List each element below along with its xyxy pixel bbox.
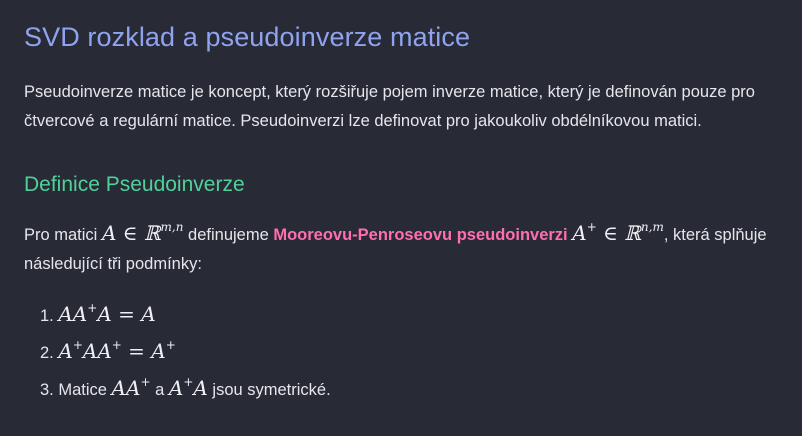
- page-title: SVD rozklad a pseudoinverze matice: [24, 22, 471, 52]
- section-heading: Definice Pseudoinverze: [24, 173, 245, 196]
- math-condition-1: AA+A = A: [58, 301, 156, 326]
- definition-mid: definujeme: [183, 226, 274, 244]
- definition-prefix: Pro matici: [24, 226, 102, 244]
- definition-paragraph: Pro matici A ∈ ℝm,n definujeme Mooreovu-…: [24, 219, 784, 279]
- pseudoinverse-term: Mooreovu-Penroseovu pseudoinverzi: [273, 226, 568, 244]
- math-condition-2: A+AA+ = A+: [58, 338, 176, 363]
- math-A-in-Rmn: A ∈ ℝm,n: [101, 220, 184, 245]
- conditions-list: 1. AA+A = A 2. A+AA+ = A+ 3. Matice AA+ …: [24, 296, 331, 407]
- intro-paragraph: Pseudoinverze matice je koncept, který r…: [24, 83, 755, 130]
- condition-item-1: 1. AA+A = A: [40, 301, 156, 326]
- math-condition-3b: A+A: [168, 375, 208, 400]
- condition-item-2: 2. A+AA+ = A+: [40, 338, 176, 363]
- math-condition-3a: AA+: [111, 375, 151, 400]
- condition-item-3: 3. Matice AA+ a A+A jsou symetrické.: [40, 375, 331, 400]
- document-page: SVD rozklad a pseudoinverze matice Pseud…: [0, 0, 802, 436]
- math-A-plus-in-Rnm: A+ ∈ ℝn,m: [572, 220, 664, 245]
